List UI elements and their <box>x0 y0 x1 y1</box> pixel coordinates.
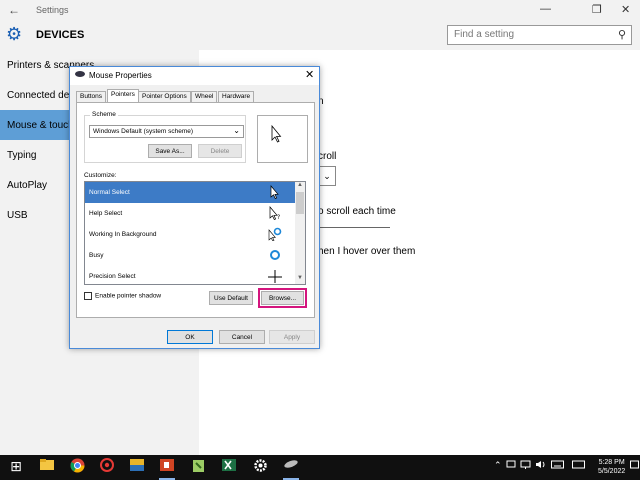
keyboard-icon[interactable] <box>551 460 564 471</box>
list-item-normal-select[interactable]: Normal Select <box>85 182 295 203</box>
file-explorer-icon[interactable] <box>37 458 57 477</box>
search-input[interactable]: Find a setting ⚲ <box>447 25 632 45</box>
svg-text:?: ? <box>277 214 280 220</box>
mouse-icon <box>75 71 85 77</box>
working-cursor-icon <box>268 227 282 241</box>
content-divider <box>318 227 390 228</box>
search-icon: ⚲ <box>617 29 626 41</box>
scheme-label: Scheme <box>90 111 118 118</box>
list-item-working-in-background[interactable]: Working In Background <box>85 224 295 245</box>
clock-date: 5/5/2022 <box>598 468 626 475</box>
list-scrollbar[interactable]: ▲ ▼ <box>295 182 305 284</box>
mouse-app-icon[interactable] <box>281 458 301 480</box>
taskbar: ⊞ ⌃ 5:28 PM 5/5/2022 <box>0 455 640 480</box>
browse-button[interactable]: Browse... <box>258 288 307 308</box>
search-placeholder: Find a setting <box>454 29 515 40</box>
list-item-precision-select[interactable]: Precision Select <box>85 266 295 284</box>
sidebar-item-label: AutoPlay <box>7 180 48 191</box>
crosshair-cursor-icon <box>268 270 282 283</box>
list-item-help-select[interactable]: Help Select ? <box>85 203 295 224</box>
chrome-icon[interactable] <box>67 458 87 477</box>
volume-icon[interactable] <box>535 460 546 471</box>
cursor-preview <box>257 115 308 163</box>
help-cursor-icon: ? <box>269 206 280 220</box>
list-item-label: Precision Select <box>89 273 136 280</box>
start-icon[interactable]: ⊞ <box>6 458 26 477</box>
display-icon[interactable] <box>520 460 531 471</box>
list-item-label: Busy <box>89 252 104 259</box>
arrow-cursor-icon <box>270 185 279 199</box>
pointers-panel: Scheme Windows Default (system scheme) ⌄… <box>76 102 315 318</box>
notepad-plus-icon[interactable] <box>188 458 208 477</box>
dialog-title: Mouse Properties <box>89 71 152 80</box>
dialog-titlebar: Mouse Properties ✕ <box>70 67 319 85</box>
input-method-icon[interactable] <box>572 460 585 471</box>
network-icon[interactable] <box>506 460 517 471</box>
app-el-icon[interactable] <box>127 458 147 477</box>
gear-icon: ⚙ <box>6 24 23 44</box>
screen-recorder-icon[interactable] <box>97 458 117 477</box>
scheme-value: Windows Default (system scheme) <box>93 128 194 135</box>
powerpoint-icon[interactable] <box>157 458 177 480</box>
arrow-cursor-icon <box>271 124 282 143</box>
mouse-properties-dialog: Mouse Properties ✕ Buttons Pointers Poin… <box>69 66 320 349</box>
sidebar-item-label: Typing <box>7 150 37 161</box>
chevron-down-icon: ⌄ <box>233 126 240 135</box>
content-dropdown[interactable]: ⌄ <box>318 166 336 186</box>
maximize-icon[interactable]: ❐ <box>592 3 602 16</box>
chevron-down-icon: ⌄ <box>323 171 331 181</box>
pointer-shadow-label: Enable pointer shadow <box>95 292 162 300</box>
busy-cursor-icon <box>270 250 280 260</box>
cancel-button[interactable]: Cancel <box>219 330 265 344</box>
minimize-icon[interactable]: — <box>540 3 551 15</box>
scroll-thumb[interactable] <box>296 192 304 214</box>
content-text-3: o scroll each time <box>318 206 396 217</box>
settings-gear-icon[interactable] <box>250 458 270 477</box>
list-item-label: Help Select <box>89 210 123 217</box>
scheme-select[interactable]: Windows Default (system scheme) ⌄ <box>89 125 244 138</box>
notifications-icon[interactable] <box>630 460 639 472</box>
pointer-shadow-checkbox[interactable]: Enable pointer shadow <box>84 292 161 300</box>
excel-icon[interactable] <box>219 458 239 477</box>
page-title: DEVICES <box>36 29 85 41</box>
apply-button[interactable]: Apply <box>269 330 315 344</box>
clock-time: 5:28 PM <box>598 459 625 466</box>
use-default-button[interactable]: Use Default <box>209 291 253 305</box>
sidebar-item-label: USB <box>7 210 28 221</box>
save-as-button[interactable]: Save As... <box>148 144 192 158</box>
list-item-label: Normal Select <box>89 189 130 196</box>
tab-pointers[interactable]: Pointers <box>107 89 139 103</box>
customize-label: Customize: <box>84 172 117 179</box>
close-icon[interactable]: ✕ <box>621 3 630 16</box>
delete-button[interactable]: Delete <box>198 144 242 158</box>
ok-button[interactable]: OK <box>167 330 213 344</box>
checkbox-box[interactable] <box>84 292 92 300</box>
scroll-down-icon[interactable]: ▼ <box>295 275 305 284</box>
pointer-list[interactable]: Normal Select Help Select ? Working In B… <box>84 181 306 285</box>
content-text-2: croll <box>318 151 337 162</box>
back-arrow-icon[interactable]: ← <box>8 3 20 17</box>
taskbar-clock[interactable]: 5:28 PM 5/5/2022 <box>598 458 625 476</box>
content-text-4: hen I hover over them <box>318 246 416 257</box>
chevron-up-icon[interactable]: ⌃ <box>494 460 502 471</box>
dialog-close-icon[interactable]: ✕ <box>305 68 314 81</box>
list-item-busy[interactable]: Busy <box>85 245 295 266</box>
window-title: Settings <box>36 5 69 15</box>
settings-titlebar: ← Settings — ❐ ✕ <box>0 0 640 22</box>
scroll-up-icon[interactable]: ▲ <box>295 182 305 191</box>
list-item-label: Working In Background <box>89 231 157 238</box>
